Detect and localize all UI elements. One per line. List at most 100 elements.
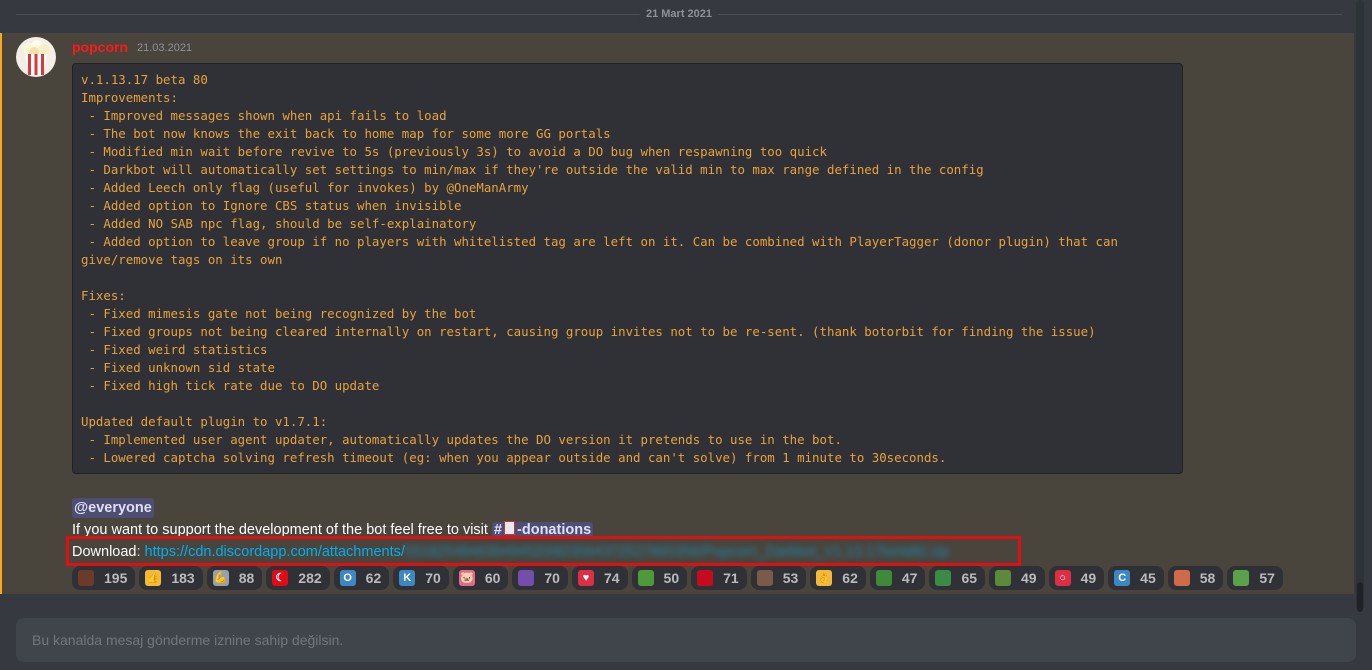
channel-icon <box>504 521 516 535</box>
download-line: Download: https://cdn.discordapp.com/att… <box>72 542 949 562</box>
turkey-flag-emoji: ☾ <box>272 570 289 586</box>
reaction-button[interactable]: 53 <box>750 566 807 590</box>
code-block: v.1.13.17 beta 80 Improvements: - Improve… <box>72 63 1183 474</box>
code-line: - The bot now knows the exit back to hom… <box>81 126 611 141</box>
reaction-count: 88 <box>238 570 255 586</box>
code-line: Updated default plugin to v1.7.1: <box>81 414 328 429</box>
reaction-count: 62 <box>365 570 382 586</box>
code-line: - Fixed groups not being cleared interna… <box>81 324 1096 339</box>
reaction-count: 183 <box>171 570 195 586</box>
message[interactable]: popcorn 21.03.2021 v.1.13.17 beta 80 Impr… <box>0 33 1354 594</box>
spain-flag-emoji <box>697 570 714 586</box>
code-line: give/remove tags on its own <box>81 252 283 267</box>
pepe-glasses-emoji <box>935 570 952 586</box>
reaction-count: 74 <box>603 570 620 586</box>
reaction-button[interactable]: 57 <box>1227 566 1283 590</box>
code-line: - Modified min wait before revive to 5s … <box>81 144 827 159</box>
reaction-button[interactable]: 195 <box>72 566 136 590</box>
reaction-count: 50 <box>663 570 680 586</box>
composer-placeholder: Bu kanalda mesaj gönderme iznine sahip d… <box>32 632 344 648</box>
reaction-button[interactable]: K 70 <box>393 566 449 590</box>
message-timestamp[interactable]: 21.03.2021 <box>137 42 192 54</box>
reaction-button[interactable]: 49 <box>989 566 1045 590</box>
code-line: Improvements: <box>81 90 178 105</box>
bear-emoji <box>78 570 94 586</box>
pepe-smile-emoji <box>1233 570 1250 586</box>
reaction-button[interactable]: C 45 <box>1108 566 1164 590</box>
code-line: - Added option to Ignore CBS status when… <box>81 198 462 213</box>
pepe-note-emoji <box>875 570 892 586</box>
reaction-button[interactable]: 47 <box>869 566 926 590</box>
download-label: Download: <box>72 544 145 560</box>
code-line: - Fixed weird statistics <box>81 342 268 357</box>
red-circle-emoji: ○ <box>1054 570 1071 586</box>
flexed-arm-emoji: 💪 <box>212 570 229 586</box>
code-line: - Added Leech only flag (useful for invo… <box>81 180 529 195</box>
popcorn-icon <box>16 37 56 77</box>
pig-face-emoji: 🐷 <box>458 570 475 586</box>
code-line: - Implemented user agent updater, automa… <box>81 432 842 447</box>
download-link-blurred[interactable]: 551825484639494520/823564372527865356/Po… <box>405 544 949 560</box>
code-line: Fixes: <box>81 288 126 303</box>
reaction-button[interactable]: 50 <box>631 566 688 590</box>
reaction-button[interactable]: 💪 88 <box>206 566 263 590</box>
reaction-count: 60 <box>484 570 501 586</box>
reaction-button[interactable]: 🐷 60 <box>452 566 509 590</box>
code-line: - Darkbot will automatically set setting… <box>81 162 984 177</box>
download-link[interactable]: https://cdn.discordapp.com/attachments/ <box>145 544 405 560</box>
letter-k-emoji: K <box>399 570 416 586</box>
reaction-button[interactable]: O 62 <box>333 566 390 590</box>
pepe-hat-emoji <box>995 570 1012 586</box>
code-line: - Improved messages shown when api fails… <box>81 108 447 123</box>
reaction-count: 71 <box>723 570 739 586</box>
avatar[interactable] <box>16 37 56 77</box>
pepe-emoji <box>637 570 654 586</box>
reaction-button[interactable]: 65 <box>929 566 986 590</box>
person-emoji <box>756 570 773 586</box>
reaction-button[interactable]: 58 <box>1167 566 1224 590</box>
reaction-count: 49 <box>1021 570 1037 586</box>
reaction-count: 195 <box>104 570 128 586</box>
scrollbar-track[interactable] <box>1356 0 1364 610</box>
reactions-bar: 195 👍 183 💪 88 ☾ 282 O 62 K 70 🐷 60 70 ♥ 74 50 71 53 👌 62 47 6… <box>72 566 1283 590</box>
reaction-count: 282 <box>298 570 322 586</box>
thumbs-up-emoji: 👍 <box>145 570 162 586</box>
reaction-button[interactable]: 👍 183 <box>139 566 203 590</box>
code-line: v.1.13.17 beta 80 <box>81 72 208 87</box>
letter-o-emoji: O <box>339 570 356 586</box>
reaction-button[interactable]: ☾ 282 <box>266 566 330 590</box>
reaction-count: 47 <box>901 570 918 586</box>
reaction-count: 70 <box>544 570 560 586</box>
reaction-count: 53 <box>782 570 799 586</box>
everyone-mention[interactable]: @everyone <box>72 498 154 518</box>
reaction-count: 49 <box>1080 570 1097 586</box>
code-line: - Fixed unknown sid state <box>81 360 275 375</box>
date-divider: 21 Mart 2021 <box>16 7 1342 21</box>
code-line: - Added option to leave group if no play… <box>81 234 1118 249</box>
reaction-button[interactable]: 👌 62 <box>810 566 866 590</box>
reaction-button[interactable]: 70 <box>512 566 568 590</box>
ok-hand-emoji: 👌 <box>816 570 833 586</box>
reaction-count: 58 <box>1199 570 1216 586</box>
reaction-button[interactable]: ○ 49 <box>1048 566 1105 590</box>
reaction-count: 62 <box>842 570 858 586</box>
letter-c-emoji: C <box>1114 570 1131 586</box>
code-line: - Lowered captcha solving refresh timeou… <box>81 450 947 465</box>
reaction-button[interactable]: ♥ 74 <box>571 566 628 590</box>
red-heart-emoji: ♥ <box>577 570 594 586</box>
reaction-count: 65 <box>961 570 978 586</box>
face-emoji <box>1173 570 1190 586</box>
date-divider-label: 21 Mart 2021 <box>639 7 719 21</box>
code-line: - Fixed high tick rate due to DO update <box>81 378 380 393</box>
author-name[interactable]: popcorn <box>72 39 128 55</box>
reaction-count: 45 <box>1140 570 1156 586</box>
message-composer[interactable]: Bu kanalda mesaj gönderme iznine sahip d… <box>16 618 1356 662</box>
reaction-count: 70 <box>425 570 441 586</box>
eggplant-emoji <box>518 570 535 586</box>
reaction-count: 57 <box>1259 570 1275 586</box>
scrollbar-thumb[interactable] <box>1357 582 1363 612</box>
code-line: - Fixed mimesis gate not being recognize… <box>81 306 477 321</box>
reaction-button[interactable]: 71 <box>691 566 747 590</box>
